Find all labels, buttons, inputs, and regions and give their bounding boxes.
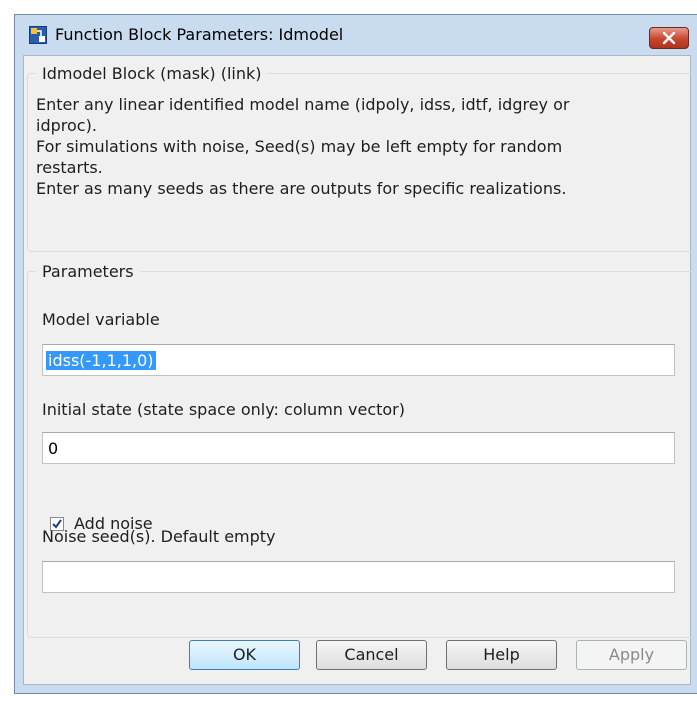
cancel-button[interactable]: Cancel <box>316 640 427 670</box>
model-variable-label: Model variable <box>42 310 160 329</box>
title-bar[interactable]: Function Block Parameters: Idmodel <box>15 15 697 55</box>
window-title: Function Block Parameters: Idmodel <box>55 25 344 44</box>
description-line: Enter as many seeds as there are outputs… <box>36 179 567 198</box>
ok-button[interactable]: OK <box>189 640 300 670</box>
apply-button[interactable]: Apply <box>576 640 687 670</box>
description-line: For simulations with noise, Seed(s) may … <box>36 137 563 156</box>
noise-seed-input[interactable] <box>42 561 675 593</box>
initial-state-label: Initial state (state space only: column … <box>42 400 405 419</box>
close-icon <box>662 31 676 45</box>
dialog-window: Function Block Parameters: Idmodel Idmod… <box>14 14 697 694</box>
model-variable-input[interactable]: idss(-1,1,1,0) <box>42 344 675 376</box>
description-group-title: Idmodel Block (mask) (link) <box>42 64 262 83</box>
dialog-client-area: Idmodel Block (mask) (link) Enter any li… <box>23 55 694 685</box>
parameters-group-title: Parameters <box>42 262 134 281</box>
help-button[interactable]: Help <box>446 640 557 670</box>
noise-seed-label: Noise seed(s). Default empty <box>42 527 276 546</box>
simulink-block-icon <box>29 26 47 44</box>
description-text: Enter any linear identified model name (… <box>36 94 676 199</box>
initial-state-input[interactable]: 0 <box>42 432 675 464</box>
description-line: restarts. <box>36 158 103 177</box>
close-button[interactable] <box>649 27 689 49</box>
initial-state-value: 0 <box>48 439 59 458</box>
description-line: idproc). <box>36 116 97 135</box>
model-variable-value: idss(-1,1,1,0) <box>46 351 156 370</box>
description-line: Enter any linear identified model name (… <box>36 95 570 114</box>
